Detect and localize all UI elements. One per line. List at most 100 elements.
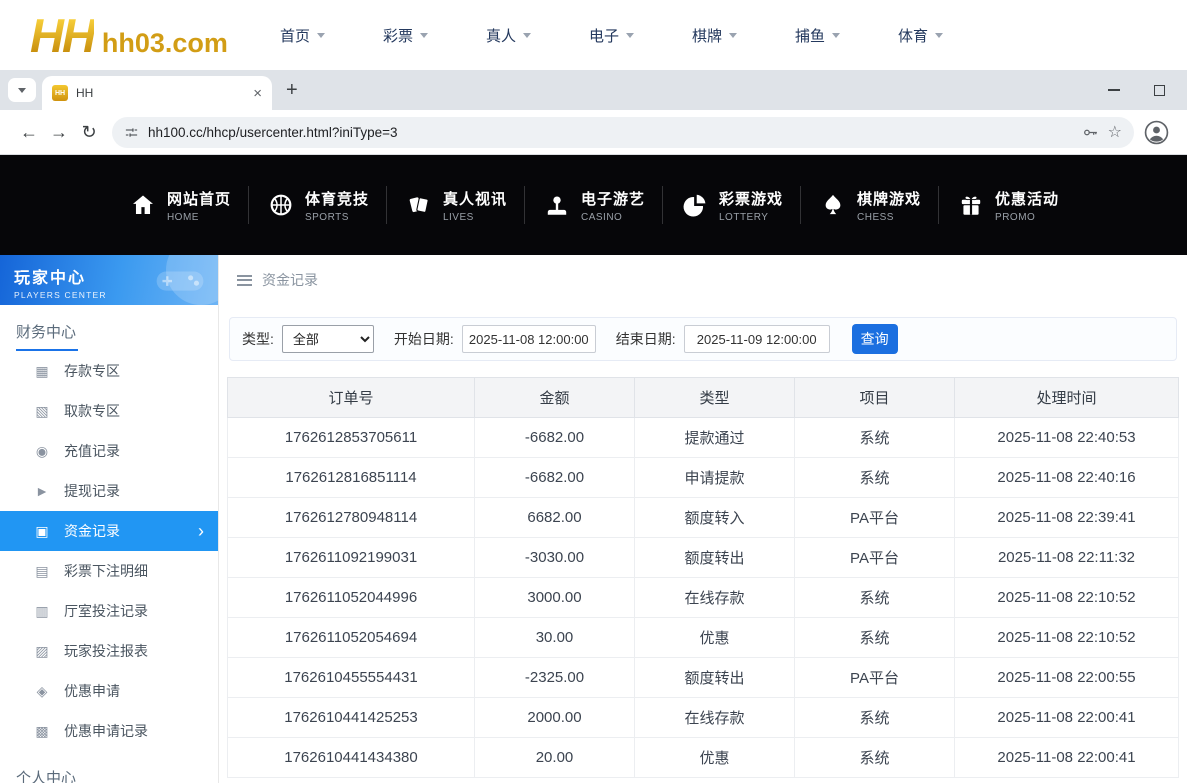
sidebar-item-label: 优惠申请 [64, 681, 120, 701]
table-cell: PA平台 [795, 498, 955, 538]
sidebar-item-hall-bet-records[interactable]: ▥厅室投注记录› [0, 591, 218, 631]
site-header: HH hh03.com 首页 彩票 真人 电子 棋牌 捕鱼 体育 [0, 0, 1187, 70]
main-nav-item-chess[interactable]: 棋牌游戏CHESS [801, 188, 938, 223]
lottery-bets-icon: ▤ [34, 563, 50, 580]
tab-close-icon[interactable]: × [253, 85, 262, 102]
main-nav-label-en: HOME [167, 212, 199, 223]
sidebar-item-promo-apply-records[interactable]: ▩优惠申请记录› [0, 711, 218, 751]
site-nav-item-6[interactable]: 捕鱼 [795, 25, 840, 46]
table-row: 17626110520449963000.00在线存款系统2025-11-08 … [228, 578, 1179, 618]
address-bar[interactable]: hh100.cc/hhcp/usercenter.html?iniType=3 … [112, 117, 1134, 148]
table-cell: 1762611052054694 [228, 618, 475, 658]
column-header: 金额 [475, 378, 635, 418]
sidebar-header: 玩家中心 PLAYERS CENTER [0, 255, 218, 305]
profile-avatar-icon[interactable] [1144, 120, 1169, 145]
type-select[interactable]: 全部 [282, 325, 374, 353]
main-nav-item-lottery[interactable]: 彩票游戏LOTTERY [663, 188, 800, 223]
table-cell: 3000.00 [475, 578, 635, 618]
table-row: 17626127809481146682.00额度转入PA平台2025-11-0… [228, 498, 1179, 538]
column-header: 处理时间 [955, 378, 1179, 418]
table-body: 1762612853705611-6682.00提款通过系统2025-11-08… [228, 418, 1179, 778]
main-nav-text: 体育竞技SPORTS [305, 188, 369, 223]
table-cell: -2325.00 [475, 658, 635, 698]
sidebar-item-deposit[interactable]: ▦存款专区› [0, 351, 218, 391]
table-head-row: 订单号金额类型项目处理时间 [228, 378, 1179, 418]
browser-tab[interactable]: HH HH × [42, 76, 272, 110]
window-minimize-button[interactable] [1108, 89, 1120, 91]
start-date-label: 开始日期: [394, 329, 454, 349]
site-nav-label: 体育 [898, 25, 928, 46]
main-nav-item-promo[interactable]: 优惠活动PROMO [939, 188, 1076, 223]
chevron-down-icon [317, 33, 325, 38]
sidebar-item-promo-apply[interactable]: ◈优惠申请› [0, 671, 218, 711]
main-nav-item-casino[interactable]: 电子游艺CASINO [525, 188, 662, 223]
site-logo[interactable]: HH hh03.com [30, 8, 228, 63]
main-nav-item-home[interactable]: 网站首页HOME [111, 188, 248, 223]
promo-record-icon: ▩ [34, 723, 50, 740]
table-cell: -3030.00 [475, 538, 635, 578]
column-header: 项目 [795, 378, 955, 418]
search-button[interactable]: 查询 [852, 324, 898, 354]
site-nav-item-1[interactable]: 首页 [280, 25, 325, 46]
main-nav-label-en: PROMO [995, 212, 1035, 223]
sidebar: 玩家中心 PLAYERS CENTER 财务中心 ▦存款专区›▧取款专区›◉充值… [0, 255, 219, 783]
table-cell: 1762611052044996 [228, 578, 475, 618]
sidebar-item-funds-records[interactable]: ▣资金记录› [0, 511, 218, 551]
home-icon [128, 190, 158, 220]
withdraw-icon: ▧ [34, 403, 50, 420]
window-controls [1108, 70, 1165, 110]
start-date-input[interactable] [462, 325, 596, 353]
chevron-down-icon [523, 33, 531, 38]
site-nav-item-7[interactable]: 体育 [898, 25, 943, 46]
sidebar-item-withdraw[interactable]: ▧取款专区› [0, 391, 218, 431]
logo-domain: hh03.com [102, 28, 228, 59]
sidebar-item-player-bet-report[interactable]: ▨玩家投注报表› [0, 631, 218, 671]
main-nav-item-lives[interactable]: 真人视讯LIVES [387, 188, 524, 223]
type-label: 类型: [242, 329, 274, 349]
sidebar-item-withdrawal-records[interactable]: ►提现记录› [0, 471, 218, 511]
personal-section-title: 个人中心 [0, 751, 218, 783]
table-row: 17626104414252532000.00在线存款系统2025-11-08 … [228, 698, 1179, 738]
end-date-input[interactable] [684, 325, 830, 353]
forward-button[interactable]: → [44, 117, 74, 147]
sidebar-item-lottery-bet-details[interactable]: ▤彩票下注明细› [0, 551, 218, 591]
table-cell: 1762612816851114 [228, 458, 475, 498]
bookmark-star-icon[interactable]: ☆ [1108, 122, 1122, 142]
withdraw-record-icon: ► [34, 483, 50, 499]
table-cell: 申请提款 [635, 458, 795, 498]
site-nav-item-3[interactable]: 真人 [486, 25, 531, 46]
table-cell: 额度转出 [635, 538, 795, 578]
sidebar-item-label: 取款专区 [64, 401, 120, 421]
sidebar-item-label: 彩票下注明细 [64, 561, 148, 581]
site-nav-item-2[interactable]: 彩票 [383, 25, 428, 46]
sidebar-item-label: 资金记录 [64, 521, 120, 541]
reload-button[interactable]: ↻ [74, 117, 104, 147]
table-cell: 2025-11-08 22:40:16 [955, 458, 1179, 498]
table-cell: 在线存款 [635, 698, 795, 738]
main-nav-item-sports[interactable]: 体育竞技SPORTS [249, 188, 386, 223]
window-maximize-button[interactable] [1154, 85, 1165, 96]
back-button[interactable]: ← [14, 117, 44, 147]
new-tab-button[interactable]: + [286, 79, 298, 102]
main-nav-text: 棋牌游戏CHESS [857, 188, 921, 223]
table-cell: 2025-11-08 22:39:41 [955, 498, 1179, 538]
password-key-icon[interactable] [1082, 124, 1099, 141]
table-cell: PA平台 [795, 658, 955, 698]
tab-search-button[interactable] [8, 78, 36, 102]
chevron-down-icon [420, 33, 428, 38]
lives-icon [404, 190, 434, 220]
table-cell: 1762610455554431 [228, 658, 475, 698]
site-nav-item-5[interactable]: 棋牌 [692, 25, 737, 46]
sidebar-item-recharge-records[interactable]: ◉充值记录› [0, 431, 218, 471]
main-nav-label-zh: 电子游艺 [581, 188, 645, 209]
deposit-icon: ▦ [34, 363, 50, 380]
url-text: hh100.cc/hhcp/usercenter.html?iniType=3 [148, 125, 1073, 140]
table-cell: 1762610441434380 [228, 738, 475, 778]
table-cell: 系统 [795, 738, 955, 778]
site-info-icon[interactable] [124, 125, 139, 140]
main-nav-text: 电子游艺CASINO [581, 188, 645, 223]
breadcrumb-label: 资金记录 [262, 270, 318, 290]
site-nav-item-4[interactable]: 电子 [589, 25, 634, 46]
table-row: 1762612816851114-6682.00申请提款系统2025-11-08… [228, 458, 1179, 498]
table-row: 1762610455554431-2325.00额度转出PA平台2025-11-… [228, 658, 1179, 698]
